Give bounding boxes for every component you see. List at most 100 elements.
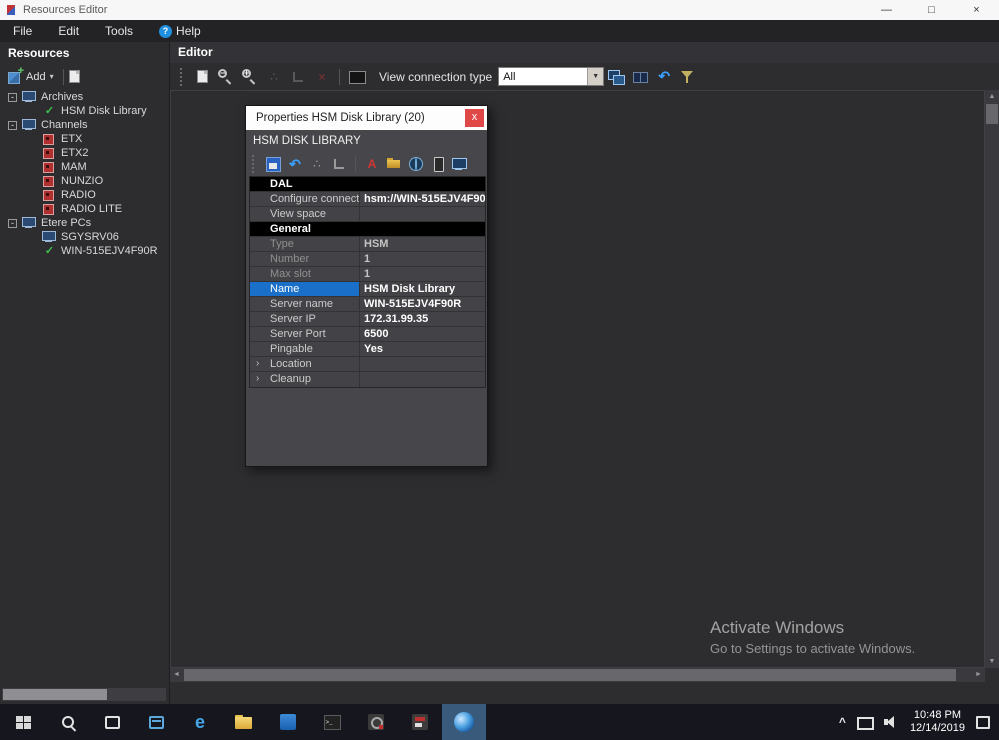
taskbar-app-red[interactable] (398, 704, 442, 740)
tree-item-nunzio[interactable]: NUNZIO (0, 174, 168, 188)
taskbar-app-edge[interactable]: e (178, 704, 222, 740)
add-dropdown-icon[interactable]: ▾ (50, 72, 54, 81)
property-row-cleanup[interactable]: › Cleanup (250, 372, 485, 387)
category-row-general[interactable]: General (250, 222, 485, 237)
property-row-server-name[interactable]: Server name WIN-515EJV4F90R (250, 297, 485, 312)
network-icon[interactable] (857, 715, 872, 729)
vertical-scrollbar-thumb[interactable] (986, 104, 998, 124)
tree-item-hsm-disk-library[interactable]: ✓ HSM Disk Library (0, 104, 168, 118)
horizontal-scrollbar-thumb[interactable] (184, 669, 956, 681)
volume-icon[interactable] (883, 714, 899, 730)
taskbar-app-etere-active[interactable] (442, 704, 486, 740)
undo-icon[interactable]: ↶ (286, 155, 304, 173)
toolbar-grip[interactable] (180, 68, 184, 86)
save-icon[interactable] (264, 155, 282, 173)
property-value[interactable]: hsm://WIN-515EJV4F90 (360, 192, 485, 206)
zoom-out-icon[interactable]: − (216, 67, 236, 87)
property-row-server-port[interactable]: Server Port 6500 (250, 327, 485, 342)
monitor-export-icon[interactable] (451, 155, 469, 173)
collapse-icon[interactable]: - (8, 219, 17, 228)
property-value[interactable]: 6500 (360, 327, 485, 341)
toolbar-grip[interactable] (252, 155, 256, 173)
maximize-button[interactable]: □ (909, 0, 954, 20)
tree-item-archives[interactable]: - Archives (0, 90, 168, 104)
taskbar-app-console[interactable]: >_ (310, 704, 354, 740)
task-view-button[interactable] (90, 704, 134, 740)
scroll-left-icon[interactable]: ◄ (170, 668, 183, 682)
property-value[interactable]: Yes (360, 342, 485, 356)
scroll-down-icon[interactable]: ▼ (985, 655, 999, 668)
document-icon[interactable] (192, 67, 212, 87)
property-row-pingable[interactable]: Pingable Yes (250, 342, 485, 357)
connector-icon[interactable] (330, 155, 348, 173)
connections-icon[interactable] (606, 67, 626, 87)
property-row-view-space[interactable]: View space (250, 207, 485, 222)
property-row-configure-connection[interactable]: Configure connectio hsm://WIN-515EJV4F90 (250, 192, 485, 207)
folder-edit-icon[interactable] (385, 155, 403, 173)
tree-item-etx2[interactable]: ETX2 (0, 146, 168, 160)
find-icon[interactable] (630, 67, 650, 87)
action-center-icon[interactable] (976, 716, 990, 729)
property-value[interactable]: WIN-515EJV4F90R (360, 297, 485, 311)
scroll-right-icon[interactable]: ► (972, 668, 985, 682)
globe-icon[interactable] (407, 155, 425, 173)
tree-item-win-515ejv4f90r[interactable]: ✓ WIN-515EJV4F90R (0, 244, 168, 258)
taskbar-app-media[interactable] (134, 704, 178, 740)
tree-item-radio[interactable]: RADIO (0, 188, 168, 202)
category-row-dal[interactable]: DAL (250, 177, 485, 192)
expand-arrow-icon[interactable]: › (256, 372, 259, 386)
vertical-scrollbar[interactable]: ▲ ▼ (985, 90, 999, 668)
start-button[interactable] (0, 704, 46, 740)
properties-doc-icon[interactable] (69, 70, 80, 83)
collapse-icon[interactable]: - (8, 93, 17, 102)
minimize-button[interactable]: — (864, 0, 909, 20)
tree-item-channels[interactable]: - Channels (0, 118, 168, 132)
connection-nodes-icon[interactable]: ∴ (308, 155, 326, 173)
menu-help[interactable]: ? Help (146, 24, 214, 38)
property-row-name[interactable]: Name HSM Disk Library (250, 282, 485, 297)
undo-icon[interactable]: ↶ (654, 67, 674, 87)
tray-chevron-icon[interactable]: ^ (839, 715, 846, 729)
property-row-location[interactable]: › Location (250, 357, 485, 372)
dropdown-arrow-icon[interactable]: ▼ (587, 68, 603, 85)
collapse-icon[interactable]: - (8, 121, 17, 130)
tree-item-etere-pcs[interactable]: - Etere PCs (0, 216, 168, 230)
view-connection-select[interactable]: All ▼ (498, 67, 604, 86)
tree-item-radio-lite[interactable]: RADIO LITE (0, 202, 168, 216)
computer-icon (22, 217, 37, 230)
mobile-icon[interactable] (429, 155, 447, 173)
horizontal-scrollbar[interactable]: ◄ ► (170, 668, 985, 682)
close-button[interactable]: × (954, 0, 999, 20)
tree-item-mam[interactable]: MAM (0, 160, 168, 174)
taskbar-app-blue[interactable] (266, 704, 310, 740)
font-icon[interactable]: A (363, 155, 381, 173)
property-value[interactable]: HSM Disk Library (360, 282, 485, 296)
zoom-in-icon[interactable]: + (240, 67, 260, 87)
taskbar-search-button[interactable] (46, 704, 90, 740)
display-icon[interactable] (347, 67, 367, 87)
property-value[interactable] (360, 372, 485, 387)
taskbar-app-file-explorer[interactable] (222, 704, 266, 740)
menu-file[interactable]: File (0, 24, 45, 38)
add-button[interactable]: Add ▾ (4, 67, 58, 86)
menu-edit[interactable]: Edit (45, 24, 92, 38)
menu-tools[interactable]: Tools (92, 24, 146, 38)
scroll-up-icon[interactable]: ▲ (985, 90, 999, 103)
filter-icon[interactable] (678, 67, 698, 87)
expand-arrow-icon[interactable]: › (256, 357, 259, 371)
dialog-close-button[interactable]: x (465, 109, 484, 127)
property-grid: DAL Configure connectio hsm://WIN-515EJV… (249, 176, 486, 388)
dialog-titlebar[interactable]: Properties HSM Disk Library (20) x (246, 106, 487, 130)
tree-item-sgysrv06[interactable]: SGYSRV06 (0, 230, 168, 244)
resources-hscrollbar[interactable] (2, 688, 166, 701)
property-label: Number (250, 252, 360, 266)
category-label: General (250, 222, 311, 236)
resources-hscrollbar-thumb[interactable] (3, 689, 107, 700)
property-value[interactable] (360, 357, 485, 371)
taskbar-app-gear[interactable] (354, 704, 398, 740)
property-row-server-ip[interactable]: Server IP 172.31.99.35 (250, 312, 485, 327)
tree-item-etx[interactable]: ETX (0, 132, 168, 146)
property-value[interactable]: 172.31.99.35 (360, 312, 485, 326)
taskbar-clock[interactable]: 10:48 PM 12/14/2019 (910, 709, 965, 735)
property-value[interactable] (360, 207, 485, 221)
